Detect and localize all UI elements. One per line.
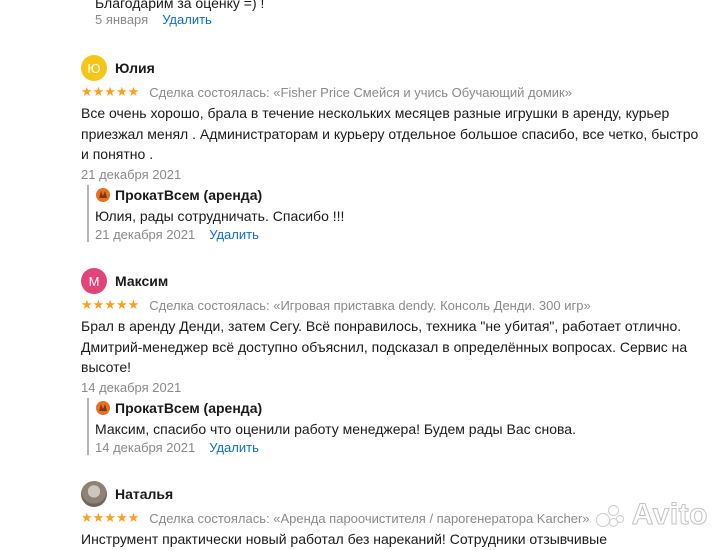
reply-date: 21 декабря 2021 — [95, 227, 196, 242]
shop-name[interactable]: ПрокатВсем (аренда) — [115, 400, 262, 416]
reply-text: Юлия, рады сотрудничать. Спасибо !!! — [95, 208, 345, 224]
avito-watermark: Avito — [594, 498, 708, 532]
review-text: Инструмент практически новый работал без… — [81, 531, 608, 547]
reviewer-name[interactable]: Наталья — [115, 486, 173, 502]
reply-meta: 21 декабря 2021 Удалить — [95, 227, 655, 242]
watermark-text: Avito — [631, 498, 708, 532]
reviews-page: Благодарим за оценку =) ! 5 января Удалит… — [0, 0, 720, 547]
star-rating-icon: ★★★★★ — [81, 510, 140, 525]
reply-header: ПрокатВсем (аренда) — [95, 185, 655, 205]
star-rating-icon: ★★★★★ — [81, 297, 140, 312]
review-text: Брал в аренду Денди, затем Сегу. Всё пон… — [81, 318, 688, 375]
deal-text: Сделка состоялась: «Аренда пароочистител… — [149, 510, 590, 526]
shop-name[interactable]: ПрокатВсем (аренда) — [115, 187, 262, 203]
seller-reply: ПрокатВсем (аренда) Юлия, рады сотруднич… — [87, 185, 655, 242]
avito-logo-icon — [594, 503, 630, 527]
previous-reply: Благодарим за оценку =) ! 5 января Удалит… — [95, 0, 264, 27]
review-item: Ю Юлия ★★★★★ Сделка состоялась: «Fisher … — [81, 54, 701, 182]
review-date: 14 декабря 2021 — [81, 379, 182, 395]
reviewer-name[interactable]: Максим — [115, 273, 168, 289]
rating-line: ★★★★★ Сделка состоялась: «Игровая приста… — [81, 296, 701, 314]
reply-meta: 5 января Удалить — [95, 12, 264, 27]
rating-line: ★★★★★ Сделка состоялась: «Fisher Price С… — [81, 83, 701, 101]
reply-text: Максим, спасибо что оценили работу менед… — [95, 421, 576, 437]
delete-link[interactable]: Удалить — [209, 227, 259, 242]
deal-text: Сделка состоялась: «Fisher Price Смейся … — [149, 84, 572, 100]
deal-text: Сделка состоялась: «Игровая приставка de… — [149, 297, 591, 313]
shop-logo-icon — [96, 188, 110, 202]
review-header: М Максим — [81, 267, 701, 295]
reply-date: 5 января — [95, 12, 149, 27]
seller-reply: ПрокатВсем (аренда) Максим, спасибо что … — [87, 398, 655, 455]
reply-meta: 14 декабря 2021 Удалить — [95, 440, 655, 455]
star-rating-icon: ★★★★★ — [81, 84, 140, 99]
avatar[interactable]: М — [81, 268, 107, 294]
shop-logo-icon — [96, 401, 110, 415]
reply-text: Благодарим за оценку =) ! — [95, 0, 265, 11]
avatar[interactable]: Ю — [81, 55, 107, 81]
review-date: 21 декабря 2021 — [81, 166, 182, 182]
avatar[interactable] — [81, 481, 107, 507]
delete-link[interactable]: Удалить — [162, 12, 212, 27]
review-item: М Максим ★★★★★ Сделка состоялась: «Игров… — [81, 267, 701, 395]
review-text: Все очень хорошо, брала в течение нескол… — [81, 105, 699, 162]
reviewer-name[interactable]: Юлия — [115, 60, 155, 76]
delete-link[interactable]: Удалить — [209, 440, 259, 455]
reply-header: ПрокатВсем (аренда) — [95, 398, 655, 418]
review-header: Ю Юлия — [81, 54, 701, 82]
reply-date: 14 декабря 2021 — [95, 440, 196, 455]
